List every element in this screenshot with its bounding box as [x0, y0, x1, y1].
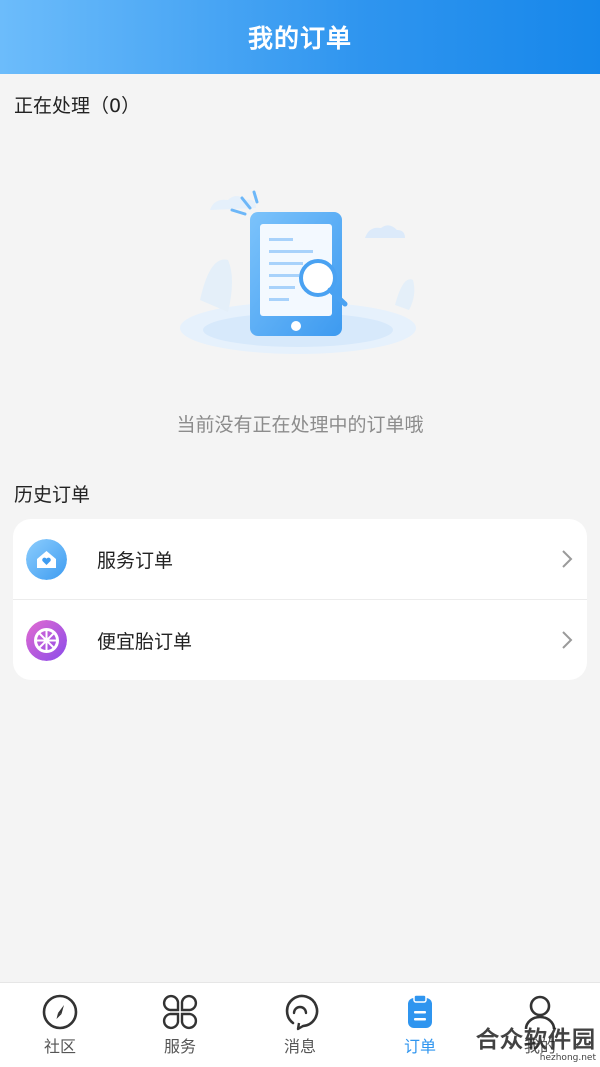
grid-petals-icon [162, 994, 198, 1030]
tab-messages[interactable]: 消息 [240, 983, 360, 1067]
chevron-right-icon [562, 631, 573, 649]
history-section-title: 历史订单 [14, 484, 91, 506]
person-icon [524, 995, 556, 1030]
house-heart-icon [26, 538, 67, 580]
tab-orders-label: 订单 [403, 1037, 436, 1056]
compass-icon [42, 994, 78, 1030]
clipboard-icon [408, 994, 432, 1028]
tire-icon [26, 619, 67, 661]
watermark-main-text: 合众软件园 [476, 1027, 596, 1053]
watermark-url: hezhong.net [539, 1053, 596, 1063]
page-title: 我的订单 [247, 24, 352, 53]
tab-community-label: 社区 [43, 1037, 76, 1056]
processing-section-title: 正在处理（0） [14, 95, 141, 117]
history-orders-card: 服务订单 便宜胎订单 [13, 519, 587, 680]
tab-messages-label: 消息 [283, 1037, 316, 1056]
page-header: 我的订单 [0, 0, 600, 74]
service-orders-row[interactable]: 服务订单 [13, 519, 587, 599]
chevron-right-icon [562, 550, 573, 568]
cheap-tire-orders-row[interactable]: 便宜胎订单 [13, 599, 587, 680]
empty-orders-illustration [180, 190, 416, 354]
tab-community[interactable]: 社区 [0, 983, 120, 1067]
chat-icon [285, 994, 319, 1031]
tab-services[interactable]: 服务 [120, 983, 240, 1067]
empty-orders-message: 当前没有正在处理中的订单哦 [176, 414, 424, 436]
cheap-tire-orders-label: 便宜胎订单 [97, 630, 193, 653]
service-orders-label: 服务订单 [97, 549, 174, 572]
tab-services-label: 服务 [163, 1037, 196, 1056]
tab-orders[interactable]: 订单 [360, 983, 480, 1067]
site-watermark: 合众软件园 hezhong.net [476, 1027, 596, 1063]
